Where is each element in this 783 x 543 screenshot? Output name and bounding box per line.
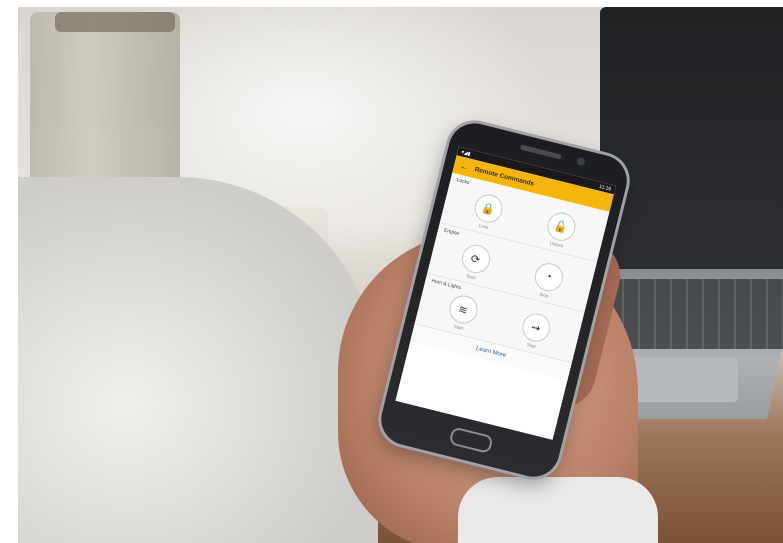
engine-stop-label: Stop xyxy=(538,291,549,299)
lock-command[interactable]: 🔒 Lock xyxy=(470,191,506,232)
engine-start-icon[interactable]: ⟳ xyxy=(458,241,493,276)
laptop-screen xyxy=(600,7,783,277)
phone-camera xyxy=(575,156,586,167)
background-photo: ▾◢▮ 11:18 ← Remote Commands Locks 🔒 Lock… xyxy=(18,7,783,543)
horn-start-label: Start xyxy=(453,323,464,331)
back-arrow-icon[interactable]: ← xyxy=(459,161,470,173)
lock-label: Lock xyxy=(478,222,489,230)
home-button[interactable] xyxy=(448,426,494,455)
engine-start-label: Start xyxy=(465,273,477,281)
horn-stop-label: Stop xyxy=(526,341,537,350)
unlock-icon[interactable]: 🔓 xyxy=(543,209,578,244)
horn-lights-start-icon[interactable]: ≋ xyxy=(446,292,480,327)
unlock-command[interactable]: 🔓 Unlock xyxy=(542,209,578,251)
horn-stop-command[interactable]: ⇝ Stop xyxy=(517,310,553,352)
unlock-label: Unlock xyxy=(549,240,564,249)
sleeve xyxy=(458,477,658,543)
engine-stop-icon[interactable]: ◔ xyxy=(531,260,566,295)
engine-start-command[interactable]: ⟳ Start xyxy=(457,241,493,283)
cup-rim xyxy=(55,12,175,32)
laptop-keyboard xyxy=(608,279,783,349)
horn-lights-stop-icon[interactable]: ⇝ xyxy=(518,310,553,345)
horn-start-command[interactable]: ≋ Start xyxy=(444,292,480,333)
engine-stop-command[interactable]: ◔ Stop xyxy=(530,260,566,301)
lock-icon[interactable]: 🔒 xyxy=(471,191,506,226)
phone-speaker xyxy=(519,144,562,160)
